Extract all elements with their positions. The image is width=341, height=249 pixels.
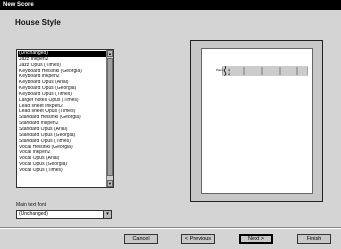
scroll-down-arrow-icon[interactable]: ▼	[107, 180, 113, 187]
next-button[interactable]: Next >	[239, 234, 273, 244]
cancel-button[interactable]: Cancel	[124, 234, 158, 244]
finish-button[interactable]: Finish	[297, 234, 331, 244]
window-title: New Score	[3, 2, 34, 8]
house-style-preview: Piano 4 4	[190, 40, 323, 202]
house-style-items: (Unchanged) Jazz Inkpen2 Jazz Opus (Time…	[18, 51, 106, 174]
chevron-down-icon[interactable]: ▾	[103, 211, 111, 218]
main-text-font-value: (Unchanged)	[19, 211, 48, 217]
window-title-bar: New Score	[0, 0, 341, 10]
preview-staff: 4 4	[222, 66, 308, 76]
scroll-thumb[interactable]	[107, 58, 113, 176]
button-bar-divider	[0, 227, 341, 229]
list-scrollbar[interactable]: ▲ ▼	[106, 50, 113, 187]
previous-button[interactable]: < Previous	[181, 234, 215, 244]
page-title: House Style	[15, 18, 61, 27]
svg-text:4: 4	[228, 71, 230, 76]
scroll-up-arrow-icon[interactable]: ▲	[107, 50, 113, 57]
main-text-font-label: Main text font	[16, 202, 47, 208]
main-text-font-dropdown[interactable]: (Unchanged) ▾	[16, 210, 112, 219]
house-style-list[interactable]: (Unchanged) Jazz Inkpen2 Jazz Opus (Time…	[16, 49, 114, 188]
preview-page: Piano 4 4	[201, 48, 313, 194]
list-item[interactable]: Vocal Opus (Times)	[18, 168, 106, 174]
